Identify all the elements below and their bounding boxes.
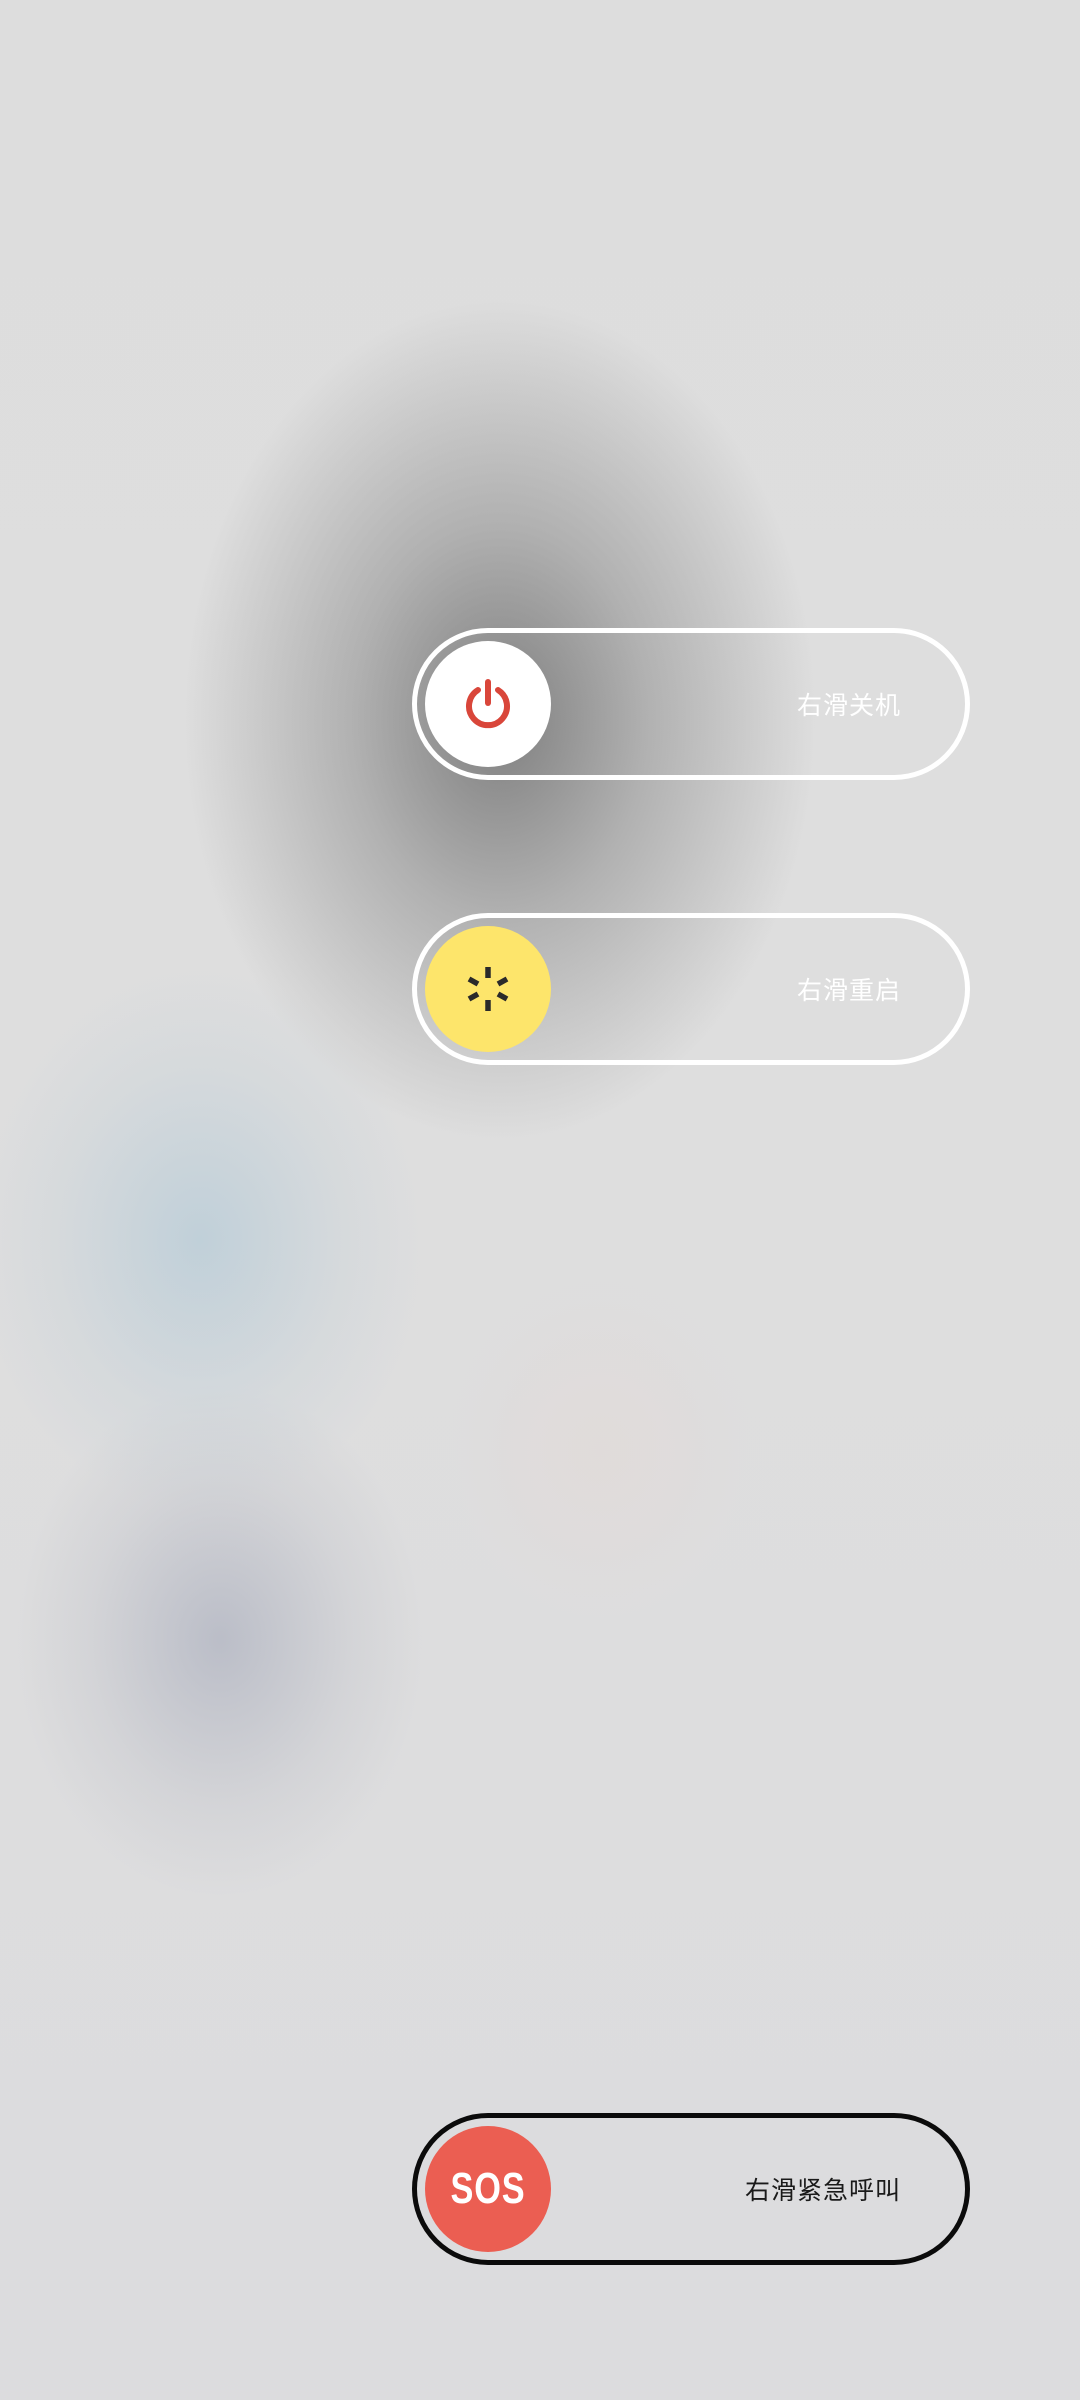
sos-icon-text: SOS bbox=[450, 2164, 526, 2213]
emergency-call-knob[interactable]: SOS bbox=[425, 2126, 551, 2252]
restart-slider[interactable]: 右滑重启 bbox=[412, 913, 970, 1065]
power-icon bbox=[466, 679, 510, 729]
power-off-knob[interactable] bbox=[425, 641, 551, 767]
restart-label: 右滑重启 bbox=[796, 977, 901, 1005]
restart-icon bbox=[467, 967, 509, 1011]
power-off-slider[interactable]: 右滑关机 bbox=[412, 628, 970, 780]
emergency-call-label: 右滑紧急呼叫 bbox=[744, 2177, 901, 2205]
blurred-background bbox=[0, 0, 1080, 2400]
emergency-call-slider[interactable]: SOS 右滑紧急呼叫 bbox=[412, 2113, 970, 2265]
power-off-label: 右滑关机 bbox=[796, 692, 901, 720]
restart-knob[interactable] bbox=[425, 926, 551, 1052]
